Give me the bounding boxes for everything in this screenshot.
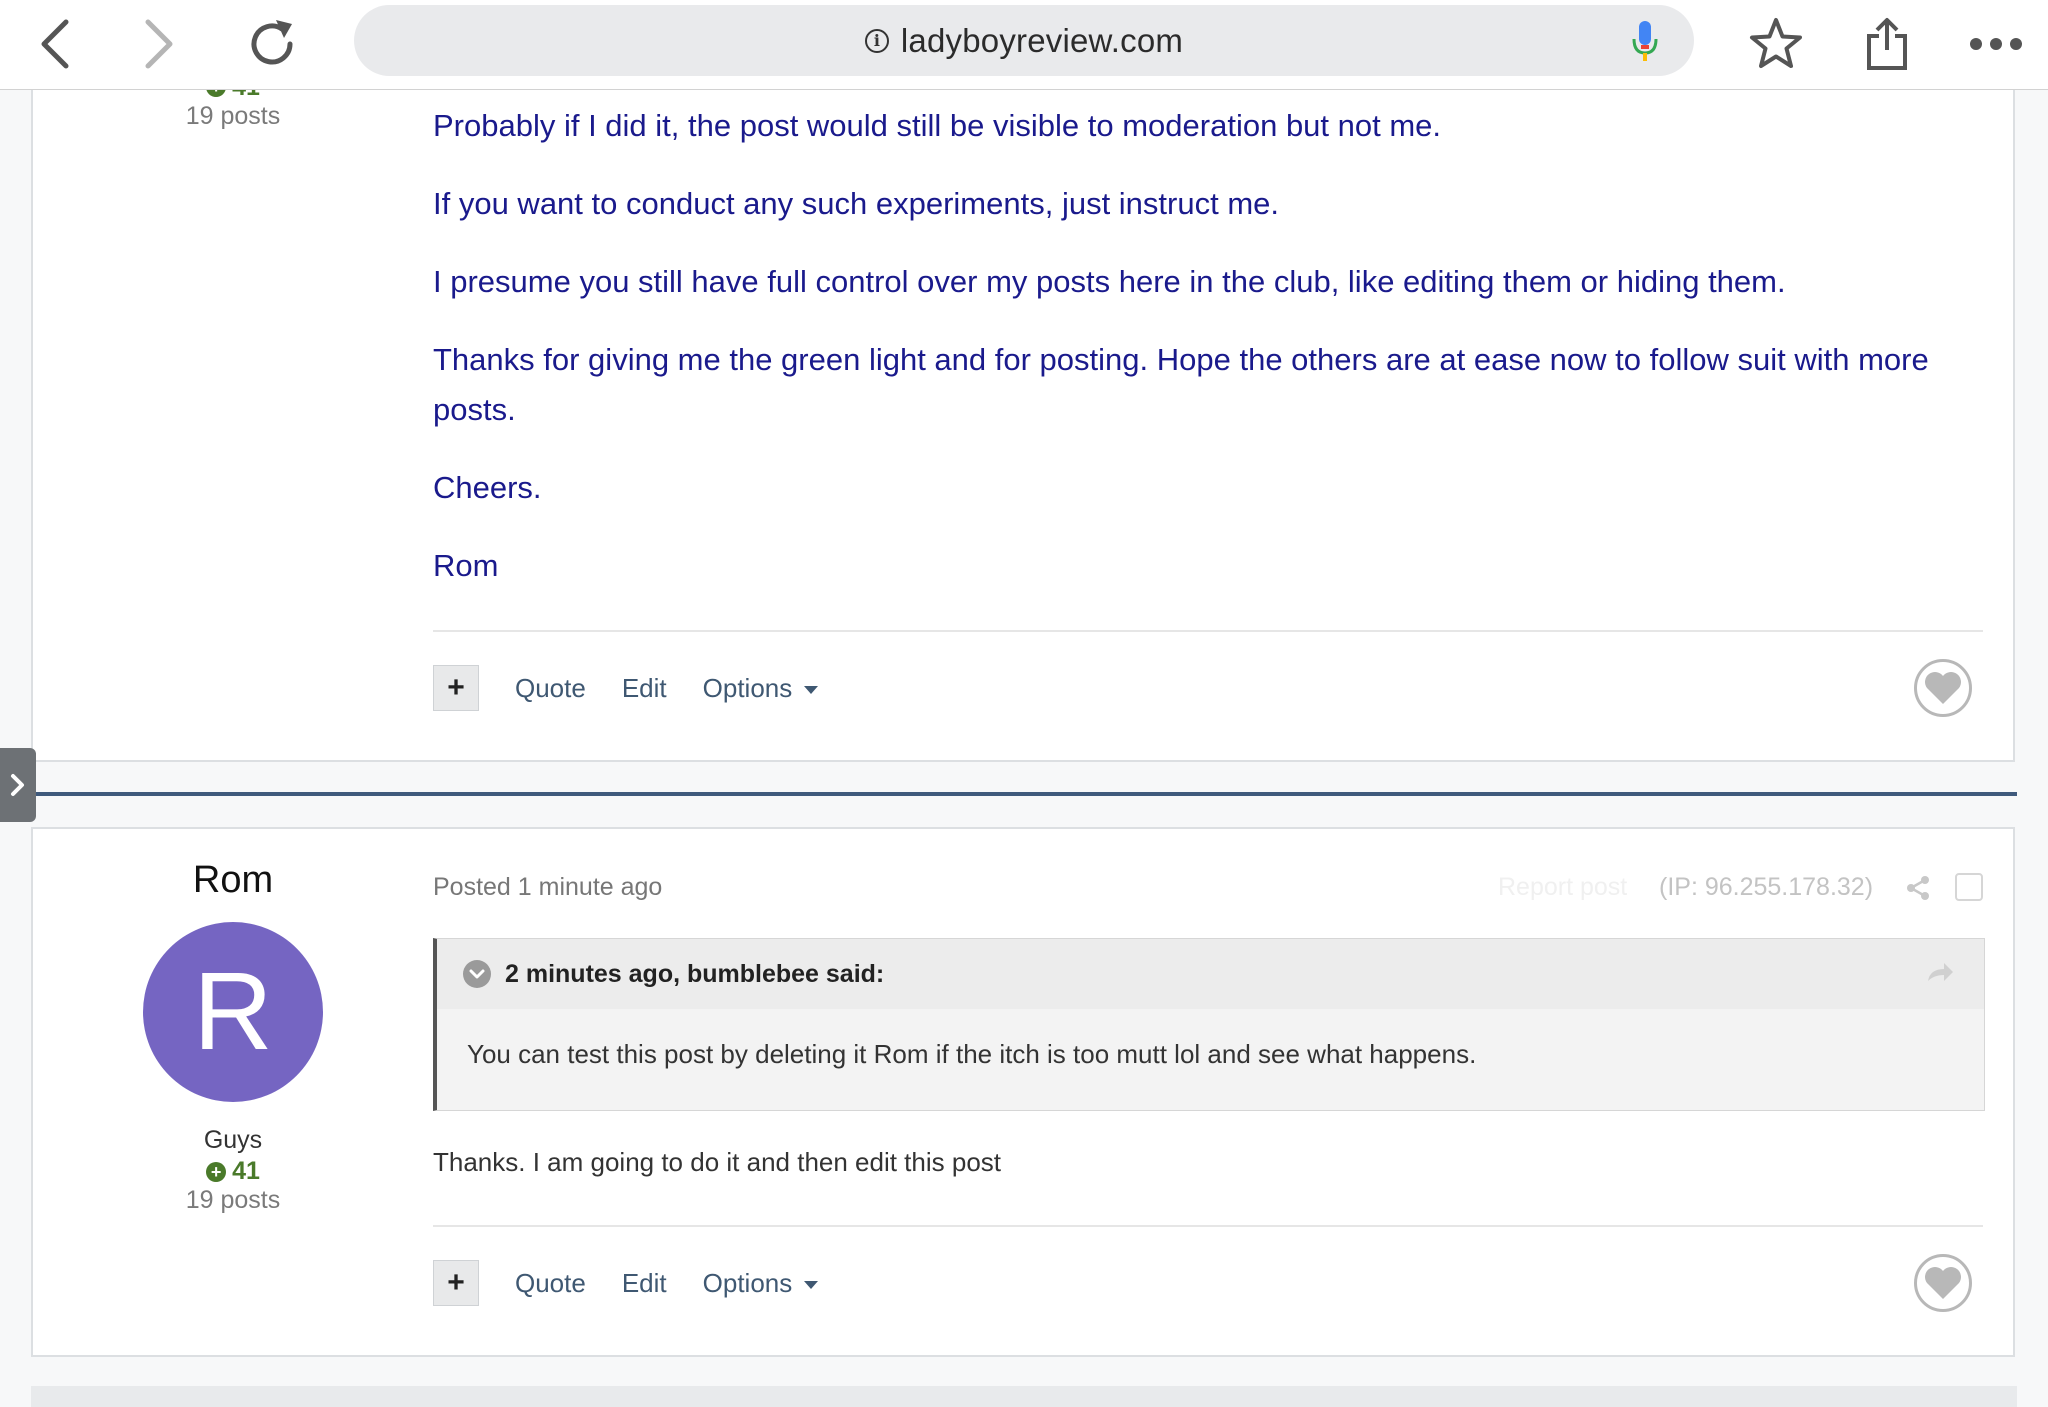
post-divider: [433, 630, 1983, 632]
bookmark-star-icon[interactable]: [1746, 14, 1806, 74]
post-paragraph: Cheers.: [433, 470, 542, 505]
address-bar[interactable]: i ladyboyreview.com: [354, 5, 1694, 76]
options-menu[interactable]: Options: [703, 673, 819, 704]
multiquote-button[interactable]: +: [433, 1260, 479, 1306]
post-count: 19 posts: [185, 1186, 281, 1214]
like-heart-icon[interactable]: [1914, 1254, 1972, 1312]
multiquote-button[interactable]: +: [433, 665, 479, 711]
quote-attribution: 2 minutes ago, bumblebee said:: [505, 959, 885, 988]
next-section-edge: [31, 1386, 2017, 1407]
reputation-badge: + 41: [206, 1157, 260, 1186]
post-paragraph: I presume you still have full control ov…: [433, 264, 1786, 299]
select-post-checkbox[interactable]: [1955, 873, 1983, 901]
post-paragraph: Thanks for giving me the green light and…: [433, 342, 1929, 427]
quote-link[interactable]: Quote: [515, 673, 586, 704]
post-card-2: Rom R Guys + 41 19 posts Posted 1 minute…: [31, 827, 2015, 1357]
post-body-1: Probably if I did it, the post would sti…: [433, 101, 1993, 619]
post-card-1: + 41 19 posts Probably if I did it, the …: [31, 40, 2015, 762]
like-heart-icon[interactable]: [1914, 659, 1972, 717]
caret-down-icon: [804, 1280, 819, 1289]
info-icon[interactable]: i: [864, 28, 889, 53]
post-divider: [433, 1225, 1983, 1227]
author-info-2: Rom R Guys + 41 19 posts: [33, 859, 433, 1215]
caret-down-icon: [804, 685, 819, 694]
quote-text: You can test this post by deleting it Ro…: [467, 1039, 1477, 1069]
edit-link[interactable]: Edit: [622, 673, 667, 704]
options-label: Options: [702, 672, 793, 703]
avatar[interactable]: R: [143, 922, 323, 1102]
reputation-value: 41: [232, 1157, 260, 1185]
post-timestamp: Posted 1 minute ago: [433, 873, 663, 901]
report-post-link[interactable]: Report post: [1498, 873, 1627, 902]
plus-circle-icon: +: [206, 1161, 227, 1182]
post-actions-1: + Quote Edit Options: [433, 663, 819, 713]
post-actions-2: + Quote Edit Options: [433, 1258, 819, 1308]
options-menu[interactable]: Options: [703, 1268, 819, 1299]
forward-icon[interactable]: [130, 14, 190, 74]
post-paragraph: Probably if I did it, the post would sti…: [433, 108, 1442, 143]
post-count: 19 posts: [185, 101, 281, 130]
back-icon[interactable]: [24, 14, 84, 74]
go-to-quoted-post-icon[interactable]: [1926, 961, 1954, 988]
quote-link[interactable]: Quote: [515, 1268, 586, 1299]
more-menu-icon[interactable]: [1966, 14, 2026, 74]
microphone-icon[interactable]: [1630, 19, 1660, 68]
post-body-2: Thanks. I am going to do it and then edi…: [433, 1147, 1002, 1177]
post-paragraph: If you want to conduct any such experime…: [433, 186, 1280, 221]
options-label: Options: [702, 1267, 793, 1298]
share-icon[interactable]: [1857, 14, 1917, 74]
new-posts-separator: [31, 792, 2017, 796]
author-name[interactable]: Rom: [33, 859, 433, 902]
chevron-right-icon: [11, 774, 24, 796]
member-group: Guys: [203, 1126, 263, 1154]
browser-toolbar: i ladyboyreview.com: [0, 0, 2048, 90]
sidebar-toggle[interactable]: [0, 748, 36, 822]
share-post-icon[interactable]: [1905, 875, 1931, 906]
url-text: ladyboyreview.com: [900, 21, 1184, 59]
quote-header: 2 minutes ago, bumblebee said:: [437, 939, 1984, 1009]
quote-block: 2 minutes ago, bumblebee said: You can t…: [433, 938, 1985, 1111]
edit-link[interactable]: Edit: [622, 1268, 667, 1299]
chevron-down-circle-icon[interactable]: [463, 960, 491, 988]
reload-icon[interactable]: [242, 14, 302, 74]
ip-address: (IP: 96.255.178.32): [1659, 873, 1874, 901]
post-paragraph: Rom: [433, 548, 499, 583]
